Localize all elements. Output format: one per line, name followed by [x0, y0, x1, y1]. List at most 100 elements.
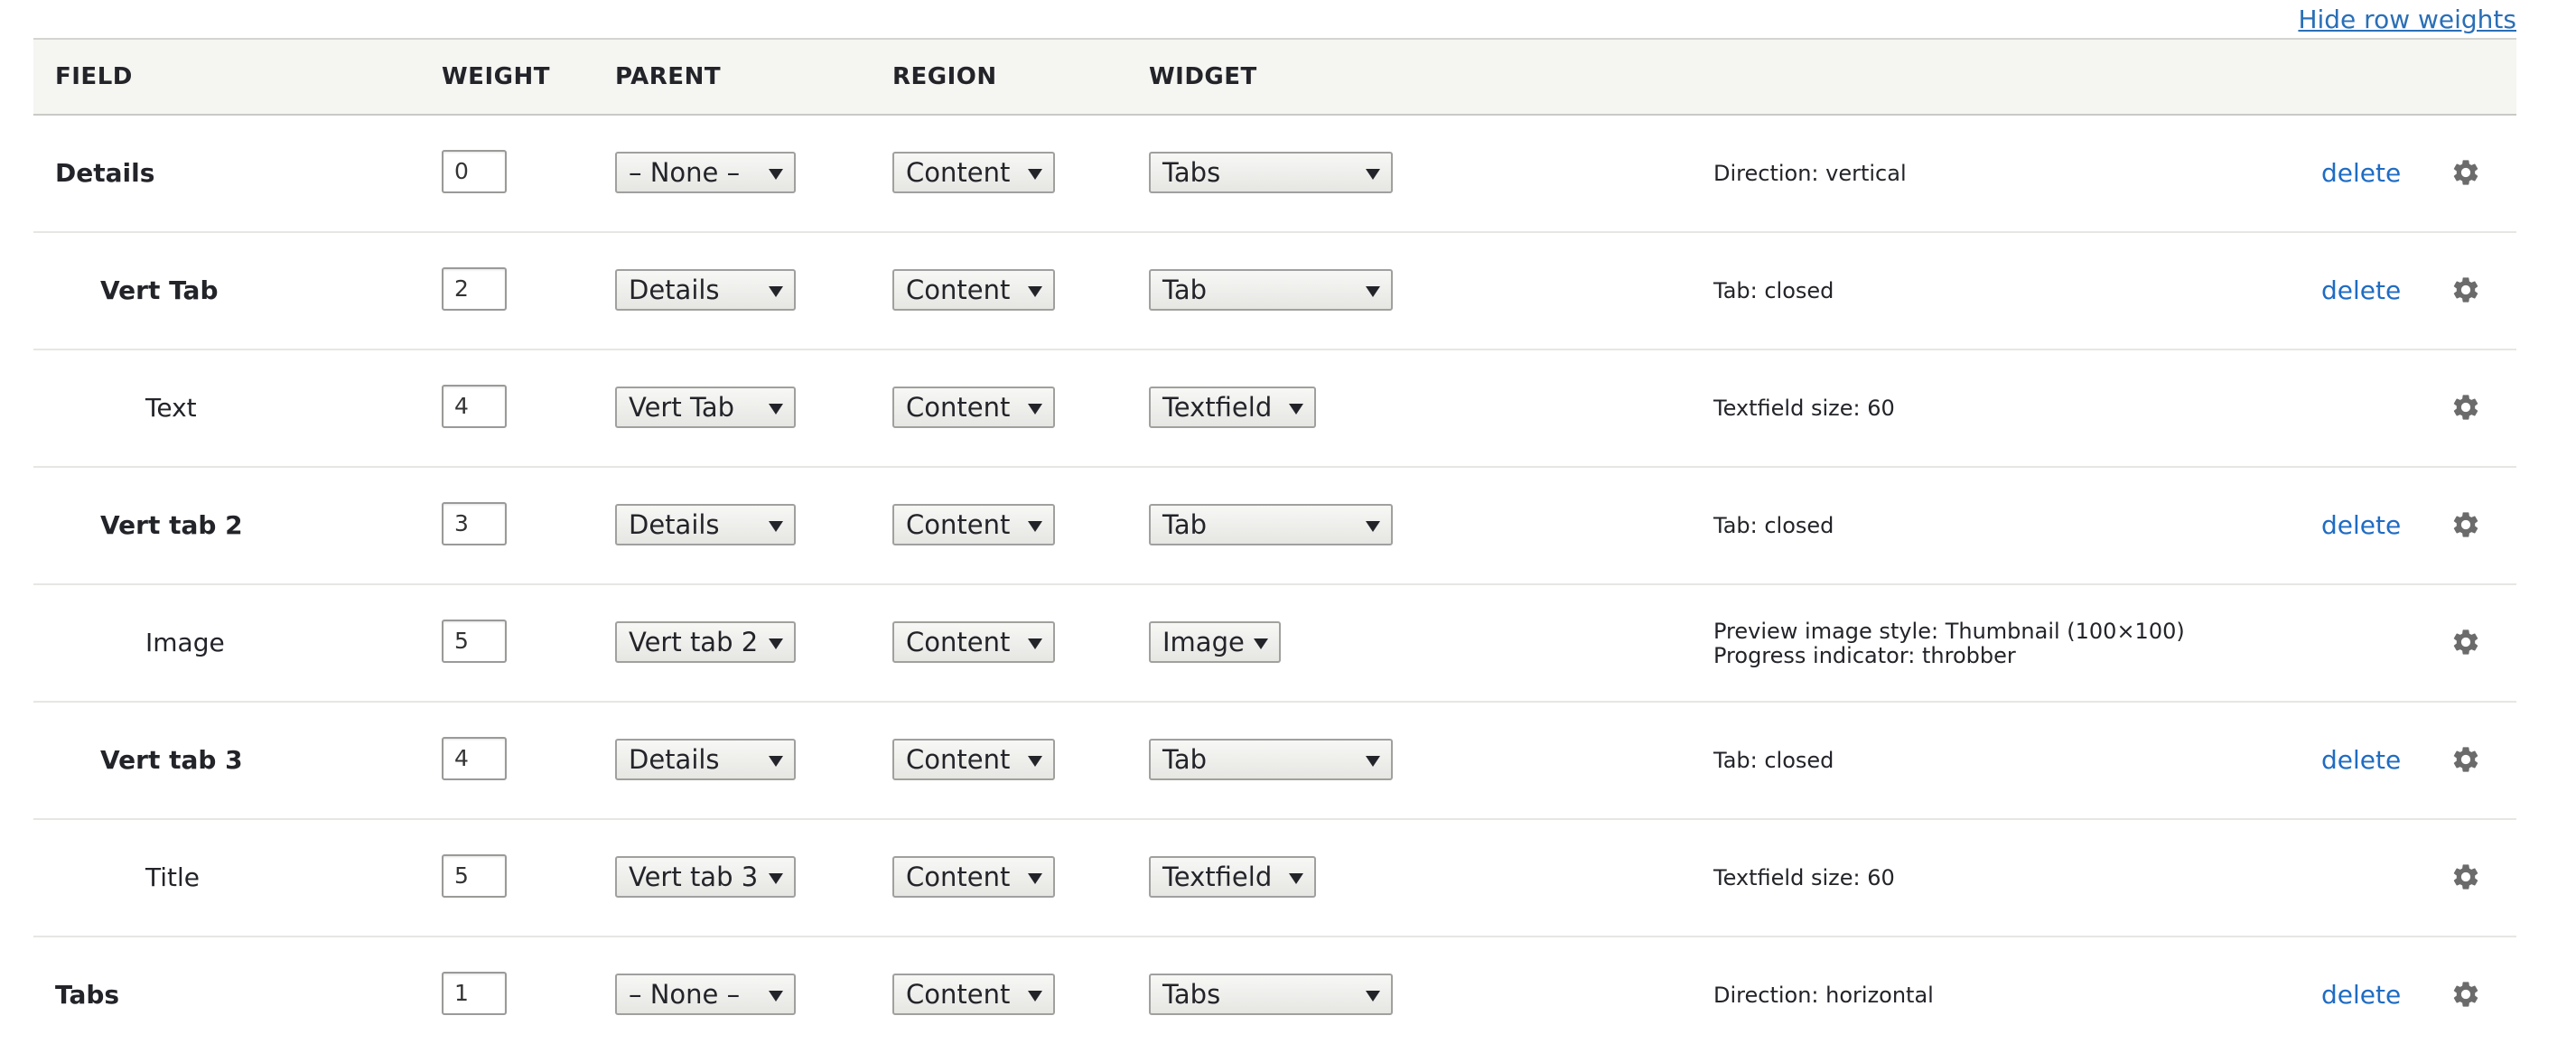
- table-row: Image 5 Vert tab 2 Content Image Preview…: [33, 585, 2516, 703]
- weight-input[interactable]: 5: [442, 620, 507, 663]
- gear-icon[interactable]: [2450, 862, 2481, 892]
- gear-icon[interactable]: [2450, 509, 2481, 540]
- region-select-value: Content: [906, 979, 1011, 1010]
- weight-input[interactable]: 3: [442, 502, 507, 545]
- field-label: Vert Tab: [100, 275, 219, 305]
- chevron-down-icon: [1366, 286, 1380, 297]
- region-select-value: Content: [906, 275, 1011, 305]
- region-select[interactable]: Content: [892, 974, 1055, 1015]
- chevron-down-icon: [769, 991, 783, 1002]
- parent-select[interactable]: Vert tab 2: [615, 621, 796, 663]
- region-select[interactable]: Content: [892, 504, 1055, 545]
- gear-icon[interactable]: [2450, 979, 2481, 1010]
- widget-select[interactable]: Textfield: [1149, 856, 1316, 898]
- region-select[interactable]: Content: [892, 739, 1055, 780]
- field-label: Vert tab 3: [100, 745, 243, 775]
- summary-line: Tab: closed: [1713, 278, 1834, 303]
- delete-link[interactable]: delete: [2321, 703, 2401, 818]
- table-header: Field Weight Parent Region Widget: [33, 38, 2516, 116]
- parent-select-value: Details: [629, 744, 720, 775]
- gear-icon[interactable]: [2450, 392, 2481, 423]
- weight-input[interactable]: 2: [442, 267, 507, 311]
- field-label: Details: [55, 158, 155, 188]
- field-summary: Textfield size: 60: [1713, 350, 1895, 466]
- table-row: Text 4 Vert Tab Content Textfield Textfi…: [33, 350, 2516, 468]
- parent-select[interactable]: Vert Tab: [615, 387, 796, 428]
- widget-select-value: Tab: [1162, 275, 1208, 305]
- region-select[interactable]: Content: [892, 269, 1055, 311]
- region-select[interactable]: Content: [892, 621, 1055, 663]
- header-widget: Widget: [1149, 63, 1257, 90]
- delete-link[interactable]: delete: [2321, 116, 2401, 231]
- region-select-value: Content: [906, 862, 1011, 892]
- delete-link[interactable]: delete: [2321, 468, 2401, 583]
- parent-select-value: – None –: [629, 157, 741, 188]
- region-select-value: Content: [906, 744, 1011, 775]
- parent-select[interactable]: Details: [615, 269, 796, 311]
- chevron-down-icon: [1028, 286, 1042, 297]
- field-label: Tabs: [55, 980, 120, 1010]
- gear-icon[interactable]: [2450, 275, 2481, 305]
- field-summary: Direction: vertical: [1713, 116, 1907, 231]
- delete-link[interactable]: delete: [2321, 937, 2401, 1053]
- summary-line: Textfield size: 60: [1713, 396, 1895, 421]
- chevron-down-icon: [1028, 404, 1042, 415]
- delete-link[interactable]: delete: [2321, 233, 2401, 349]
- summary-line: Tab: closed: [1713, 513, 1834, 538]
- parent-select[interactable]: Details: [615, 739, 796, 780]
- parent-select[interactable]: Vert tab 3: [615, 856, 796, 898]
- chevron-down-icon: [1289, 404, 1303, 415]
- summary-line: Textfield size: 60: [1713, 865, 1895, 890]
- field-label: Title: [145, 862, 201, 892]
- parent-select[interactable]: Details: [615, 504, 796, 545]
- region-select[interactable]: Content: [892, 856, 1055, 898]
- widget-select[interactable]: Image: [1149, 621, 1281, 663]
- weight-input[interactable]: 5: [442, 854, 507, 898]
- region-select[interactable]: Content: [892, 387, 1055, 428]
- gear-icon[interactable]: [2450, 744, 2481, 775]
- region-select-value: Content: [906, 627, 1011, 657]
- weight-input[interactable]: 1: [442, 972, 507, 1015]
- hide-row-weights-link[interactable]: Hide row weights: [2298, 5, 2516, 34]
- widget-select-value: Textfield: [1162, 392, 1273, 423]
- chevron-down-icon: [1366, 991, 1380, 1002]
- parent-select-value: Vert tab 3: [629, 862, 759, 892]
- widget-select-value: Tab: [1162, 509, 1208, 540]
- widget-select[interactable]: Textfield: [1149, 387, 1316, 428]
- chevron-down-icon: [1366, 169, 1380, 180]
- field-summary: Textfield size: 60: [1713, 820, 1895, 936]
- weight-input[interactable]: 0: [442, 150, 507, 193]
- summary-line: Tab: closed: [1713, 748, 1834, 773]
- region-select[interactable]: Content: [892, 152, 1055, 193]
- parent-select[interactable]: – None –: [615, 974, 796, 1015]
- widget-select[interactable]: Tabs: [1149, 152, 1393, 193]
- summary-line: Direction: vertical: [1713, 161, 1907, 186]
- table-body: Details 0 – None – Content Tabs Directio…: [33, 116, 2516, 1053]
- weight-input[interactable]: 4: [442, 737, 507, 780]
- widget-select[interactable]: Tabs: [1149, 974, 1393, 1015]
- parent-select[interactable]: – None –: [615, 152, 796, 193]
- chevron-down-icon: [769, 521, 783, 532]
- gear-icon[interactable]: [2450, 157, 2481, 188]
- widget-select[interactable]: Tab: [1149, 269, 1393, 311]
- chevron-down-icon: [1028, 638, 1042, 649]
- region-select-value: Content: [906, 392, 1011, 423]
- widget-select[interactable]: Tab: [1149, 504, 1393, 545]
- summary-line: Progress indicator: throbber: [1713, 643, 2016, 668]
- chevron-down-icon: [1366, 756, 1380, 767]
- field-table: Field Weight Parent Region Widget Detail…: [33, 38, 2516, 1053]
- chevron-down-icon: [769, 756, 783, 767]
- widget-select-value: Tabs: [1162, 157, 1221, 188]
- gear-icon[interactable]: [2450, 627, 2481, 657]
- field-label: Vert tab 2: [100, 510, 243, 540]
- chevron-down-icon: [769, 873, 783, 884]
- header-weight: Weight: [442, 63, 550, 90]
- weight-input[interactable]: 4: [442, 385, 507, 428]
- widget-select-value: Textfield: [1162, 862, 1273, 892]
- chevron-down-icon: [1254, 638, 1268, 649]
- summary-line: Direction: horizontal: [1713, 983, 1934, 1008]
- widget-select[interactable]: Tab: [1149, 739, 1393, 780]
- chevron-down-icon: [769, 638, 783, 649]
- parent-select-value: Details: [629, 509, 720, 540]
- field-summary: Direction: horizontal: [1713, 937, 1934, 1053]
